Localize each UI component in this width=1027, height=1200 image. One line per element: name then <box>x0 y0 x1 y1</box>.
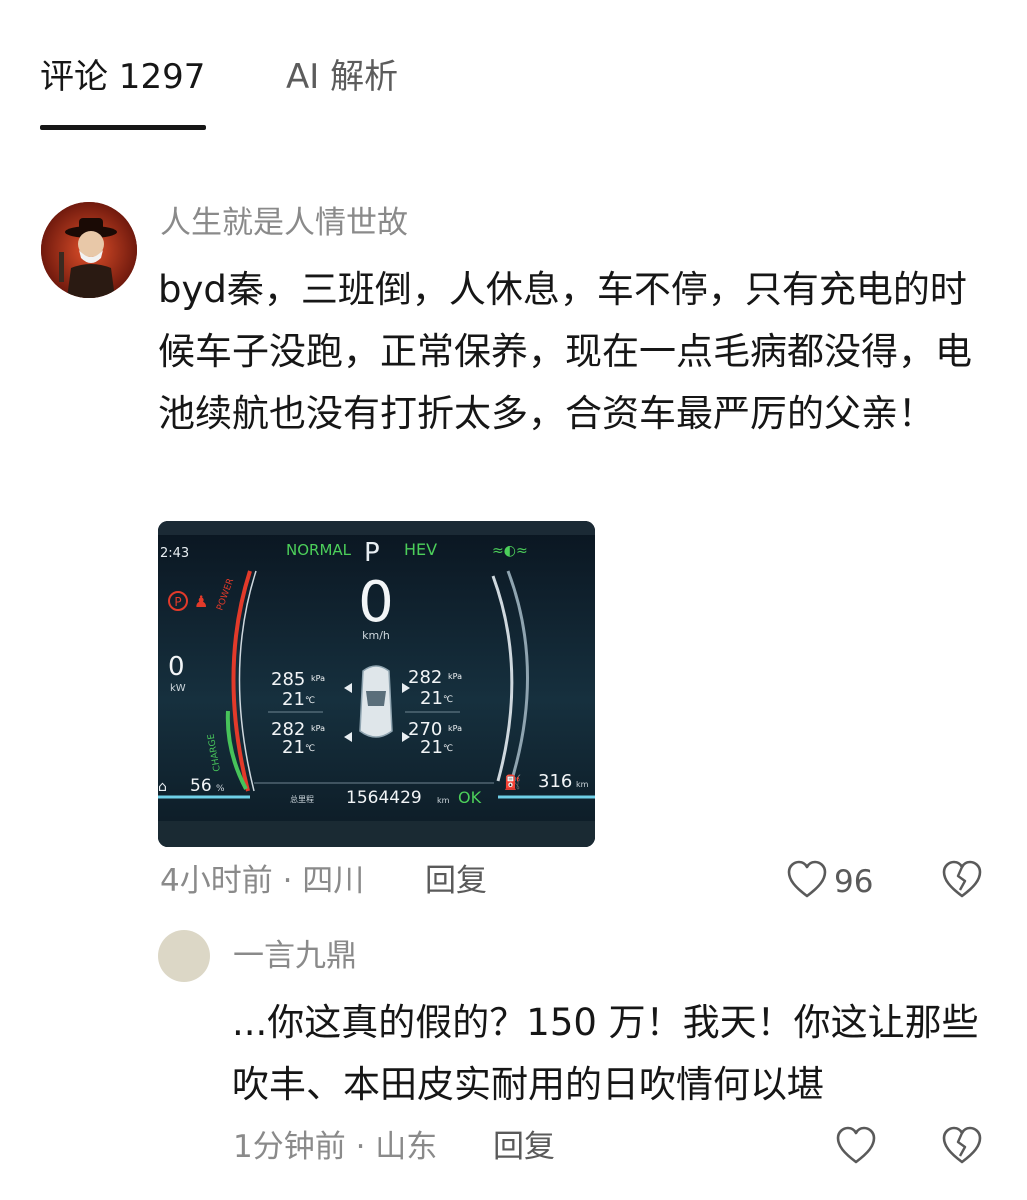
svg-text:P: P <box>174 595 181 609</box>
reply-meta: 1分钟前 · 山东 <box>233 1129 438 1165</box>
pressure-unit: kPa <box>311 724 325 733</box>
reply-dislike-button[interactable] <box>941 1126 983 1170</box>
dash-hev: HEV <box>404 540 437 559</box>
heart-outline-icon <box>835 1126 877 1170</box>
reply-button[interactable]: 回复 <box>425 861 487 901</box>
tire-rear-right-temp: 21 <box>420 737 443 758</box>
avatar[interactable] <box>41 202 137 298</box>
comment-meta: 4小时前 · 四川 <box>160 863 365 899</box>
pressure-unit: kPa <box>311 674 325 683</box>
temp-unit: ℃ <box>443 744 453 754</box>
dash-power: 0 <box>168 652 185 682</box>
dash-range-unit: km <box>576 780 589 789</box>
dash-speed-unit: km/h <box>362 629 390 642</box>
comment-tabs: 评论 1297 AI 解析 <box>0 0 1027 140</box>
dash-odometer-unit: km <box>437 796 450 805</box>
broken-heart-icon <box>941 860 983 904</box>
temp-unit: ℃ <box>305 696 315 706</box>
fuel-icon: ⛽ <box>504 774 521 791</box>
reply-text: ...你这真的假的？150 万！我天！你这让那些吹丰、本田皮实耐用的日吹情何以堪 <box>232 1001 979 1106</box>
dash-light-indicator-icon: ≈◐≈ <box>492 543 528 559</box>
tire-front-right-temp: 21 <box>420 688 443 709</box>
dash-power-unit: kW <box>170 683 186 694</box>
comment-text: byd秦，三班倒，人休息，车不停，只有充电的时候车子没跑，正常保养，现在一点毛病… <box>158 268 972 435</box>
comment-author[interactable]: 人生就是人情世故 <box>160 202 408 244</box>
like-button[interactable]: 96 <box>786 860 873 904</box>
reply-like-button[interactable] <box>835 1126 877 1170</box>
tire-front-left-temp: 21 <box>282 689 305 710</box>
tire-front-left-pressure: 285 <box>271 669 305 690</box>
seatbelt-icon: ♟ <box>194 592 208 611</box>
dash-battery: 56 <box>190 776 212 796</box>
pressure-unit: kPa <box>448 672 462 681</box>
comment-photo[interactable]: 2:43 NORMAL P HEV ≈◐≈ 0 km/h P ♟ POWER C… <box>158 521 595 847</box>
heart-outline-icon <box>786 860 828 904</box>
dash-gear: P <box>364 538 380 568</box>
reply-author[interactable]: 一言九鼎 <box>233 935 357 977</box>
dash-odometer-label: 总里程 <box>290 794 314 804</box>
broken-heart-icon <box>941 1126 983 1170</box>
dash-time: 2:43 <box>160 546 189 561</box>
dash-range: 316 <box>538 771 572 792</box>
dislike-button[interactable] <box>941 860 983 904</box>
tab-comments[interactable]: 评论 1297 <box>40 55 205 99</box>
like-count: 96 <box>834 864 874 900</box>
reply-reply-button[interactable]: 回复 <box>493 1127 555 1167</box>
temp-unit: ℃ <box>305 744 315 754</box>
dash-battery-unit: % <box>216 784 225 794</box>
tire-rear-left-temp: 21 <box>282 737 305 758</box>
temp-unit: ℃ <box>443 695 453 705</box>
dash-speed: 0 <box>358 570 394 635</box>
tire-front-right-pressure: 282 <box>408 667 442 688</box>
tab-ai-analysis[interactable]: AI 解析 <box>286 55 398 99</box>
dash-odometer: 1564429 <box>346 788 422 808</box>
dash-ok: OK <box>458 788 482 807</box>
battery-icon: ⌂ <box>158 779 167 795</box>
pressure-unit: kPa <box>448 724 462 733</box>
reply-avatar[interactable] <box>158 930 210 982</box>
active-tab-indicator <box>40 125 206 130</box>
dash-mode: NORMAL <box>286 541 352 559</box>
